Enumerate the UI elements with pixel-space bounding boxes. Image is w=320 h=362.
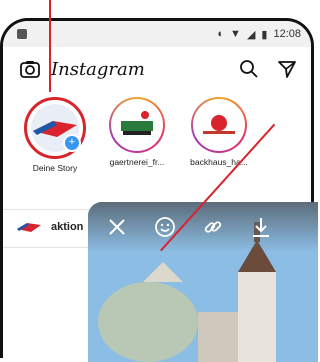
download-icon[interactable] (248, 214, 274, 240)
post-account-name[interactable]: aktion (51, 221, 83, 233)
story-preview-overlay (88, 202, 318, 362)
battery-icon: ▮ (261, 28, 268, 41)
story-item[interactable]: gaertnerei_fr... (99, 97, 175, 205)
story-label: gaertnerei_fr... (109, 157, 165, 167)
story-item[interactable]: backhaus_ha... (181, 97, 257, 205)
avatar (111, 99, 163, 151)
story-own[interactable]: + Deine Story (17, 97, 93, 205)
stories-bar: + Deine Story gaertnerei_fr... backhaus_… (3, 97, 311, 205)
link-icon[interactable] (200, 214, 226, 240)
story-ring (109, 97, 165, 153)
post-header[interactable]: aktion (17, 217, 83, 237)
story-label: Deine Story (32, 163, 78, 173)
app-title: Instagram (51, 58, 145, 80)
data-saver-icon: ◐ (217, 28, 225, 40)
add-story-icon[interactable]: + (63, 134, 81, 152)
camera-icon[interactable] (19, 58, 41, 80)
story-ring (191, 97, 247, 153)
annotation-arrow-line (49, 0, 51, 92)
notification-icon (17, 29, 27, 39)
story-ring-highlighted: + (24, 97, 86, 159)
clock: 12:08 (273, 28, 301, 40)
search-icon[interactable] (237, 57, 261, 81)
close-icon[interactable] (104, 214, 130, 240)
preview-toolbar (88, 202, 318, 252)
signal-icon: ◢ (246, 28, 256, 41)
wifi-icon: ▼ (230, 28, 241, 40)
direct-message-icon[interactable] (275, 57, 299, 81)
post-avatar (17, 223, 41, 232)
avatar (193, 99, 245, 151)
